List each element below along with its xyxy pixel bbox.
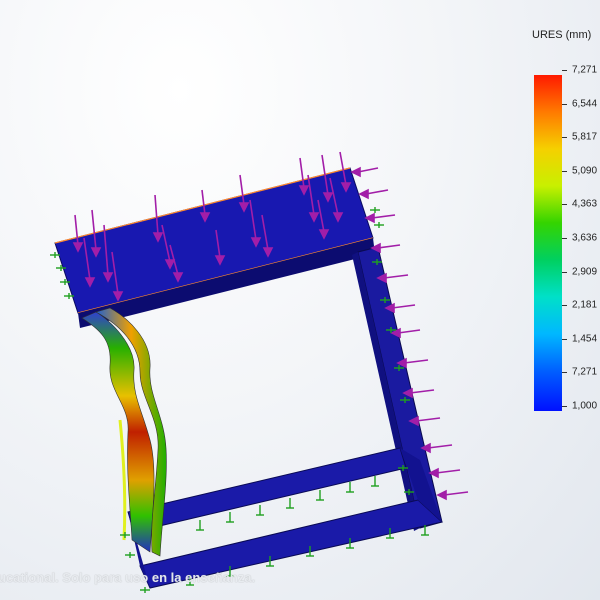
legend-tick: [562, 406, 567, 407]
load-arrow-icon: [72, 214, 84, 253]
legend-tick-label: 7,271: [572, 64, 598, 76]
educational-watermark: ucational. Solo para uso en la enseñanza…: [0, 570, 256, 585]
load-arrow-icon: [376, 272, 409, 284]
legend-tick: [562, 170, 567, 172]
legend-tick: [562, 204, 567, 206]
legend-tick-label: 1,454: [572, 333, 598, 345]
load-arrow-icon: [390, 327, 421, 339]
legend-tick-label: 5,090: [572, 165, 598, 177]
load-arrow-icon: [364, 212, 396, 224]
legend-tick-label: 2,909: [572, 266, 598, 278]
fixture-arrow-icon: [371, 476, 379, 487]
load-arrow-icon: [384, 302, 416, 314]
fixture-arrow-icon: [256, 505, 264, 516]
legend-color-bar: [534, 75, 562, 411]
bottom-frame: [127, 447, 444, 589]
fixture-arrow-icon: [374, 222, 384, 228]
fixture-arrow-icon: [120, 532, 130, 538]
fixture-arrow-icon: [346, 482, 354, 493]
load-arrow-icon: [396, 357, 429, 369]
fixture-arrow-icon: [125, 552, 135, 558]
load-arrow-icon: [420, 442, 453, 454]
legend-tick-label: 5,817: [572, 131, 598, 143]
model-viewport[interactable]: [0, 0, 600, 600]
fixture-arrow-icon: [286, 498, 294, 509]
legend-tick: [562, 137, 567, 139]
legend-tick: [562, 305, 567, 307]
legend-tick: [562, 70, 567, 71]
load-arrow-icon: [408, 415, 441, 427]
load-arrow-icon: [428, 467, 461, 479]
fixture-arrow-icon: [370, 207, 380, 213]
load-arrow-icon: [238, 174, 250, 213]
fixture-arrow-icon: [140, 587, 150, 593]
load-arrow-icon: [370, 242, 401, 254]
load-arrow-icon: [350, 166, 379, 178]
load-arrow-icon: [298, 157, 310, 196]
fixture-arrow-icon: [196, 520, 204, 531]
legend-title: URES (mm): [532, 29, 592, 41]
load-arrow-icon: [358, 188, 389, 200]
legend-tick-label: 7,271: [572, 366, 598, 378]
legend-tick: [562, 103, 567, 105]
legend-tick: [562, 271, 567, 273]
deformed-left-post: [81, 307, 167, 557]
load-arrow-icon: [436, 489, 469, 501]
load-arrow-icon: [402, 387, 435, 399]
legend-tick-label: 2,181: [572, 299, 598, 311]
legend-tick: [562, 338, 567, 340]
legend-tick: [562, 238, 567, 239]
fixture-arrow-icon: [226, 512, 234, 523]
legend-tick: [562, 372, 567, 374]
legend-tick-label: 6,544: [572, 98, 598, 110]
legend-tick-label: 3,636: [572, 232, 598, 244]
legend-tick-label: 1,000: [572, 400, 598, 412]
legend-tick-label: 4,363: [572, 198, 598, 210]
fixture-arrow-icon: [316, 490, 324, 501]
